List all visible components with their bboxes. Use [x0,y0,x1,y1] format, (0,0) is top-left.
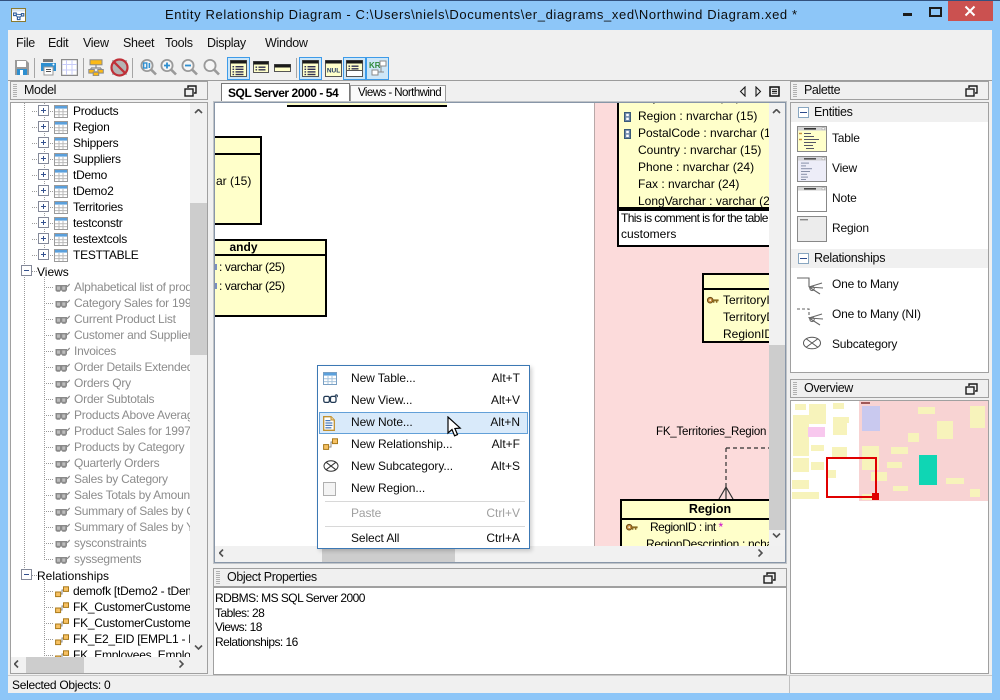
svg-text:KR: KR [369,61,381,70]
svg-text:NUL: NUL [327,68,340,75]
